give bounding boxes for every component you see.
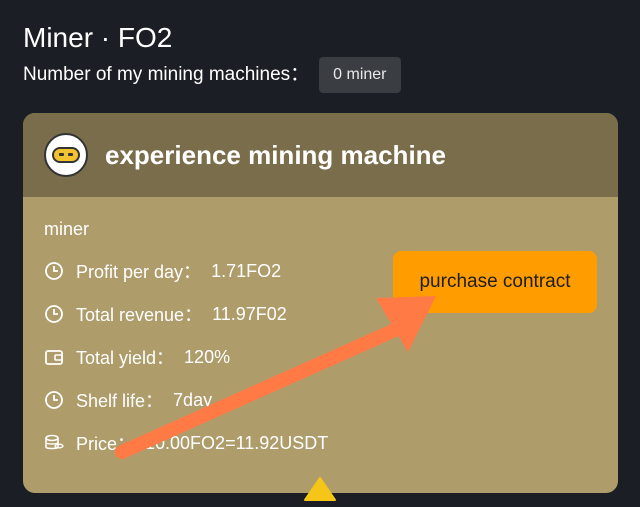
total-revenue-label: Total revenue： [76,305,203,325]
coins-icon [44,433,64,453]
card-title: experience mining machine [105,139,447,170]
shelf-life-label: Shelf life： [76,391,164,411]
miner-count-label: Number of my mining machines： [23,64,310,85]
miner-logo-icon [44,133,88,177]
card-header: experience mining machine [23,113,618,197]
miner-page: Miner · FO2 Number of my mining machines… [0,0,640,507]
miner-count-row: Number of my mining machines： 0 miner [23,57,401,93]
total-yield-value: 120% [184,346,231,367]
clock-icon [44,390,64,410]
price-row: Price： 10.00FO2=11.92USDT [44,428,328,458]
profit-per-day-row: Profit per day： 1.71FO2 [44,256,281,286]
total-revenue-row: Total revenue： 11.97F02 [44,299,287,329]
total-yield-label: Total yield： [76,348,175,368]
clock-icon [44,261,64,281]
scroll-up-indicator-icon[interactable] [303,476,337,502]
total-yield-row: Total yield： 120% [44,342,230,372]
profit-per-day-value: 1.71FO2 [211,260,282,281]
shelf-life-row: Shelf life： 7day [44,385,212,415]
clock-icon [44,304,64,324]
machine-type-label: miner [44,219,90,239]
profit-per-day-label: Profit per day： [76,262,202,282]
wallet-icon [44,347,64,367]
total-revenue-value: 11.97F02 [212,303,287,324]
miner-count-badge: 0 miner [319,57,401,93]
shelf-life-value: 7day [173,389,213,410]
mining-machine-card: experience mining machine miner Profit p… [23,113,618,493]
purchase-contract-button[interactable]: purchase contract [393,251,597,313]
price-value: 10.00FO2=11.92USDT [145,432,329,453]
page-title: Miner · FO2 [23,22,173,53]
price-label: Price： [76,434,136,454]
